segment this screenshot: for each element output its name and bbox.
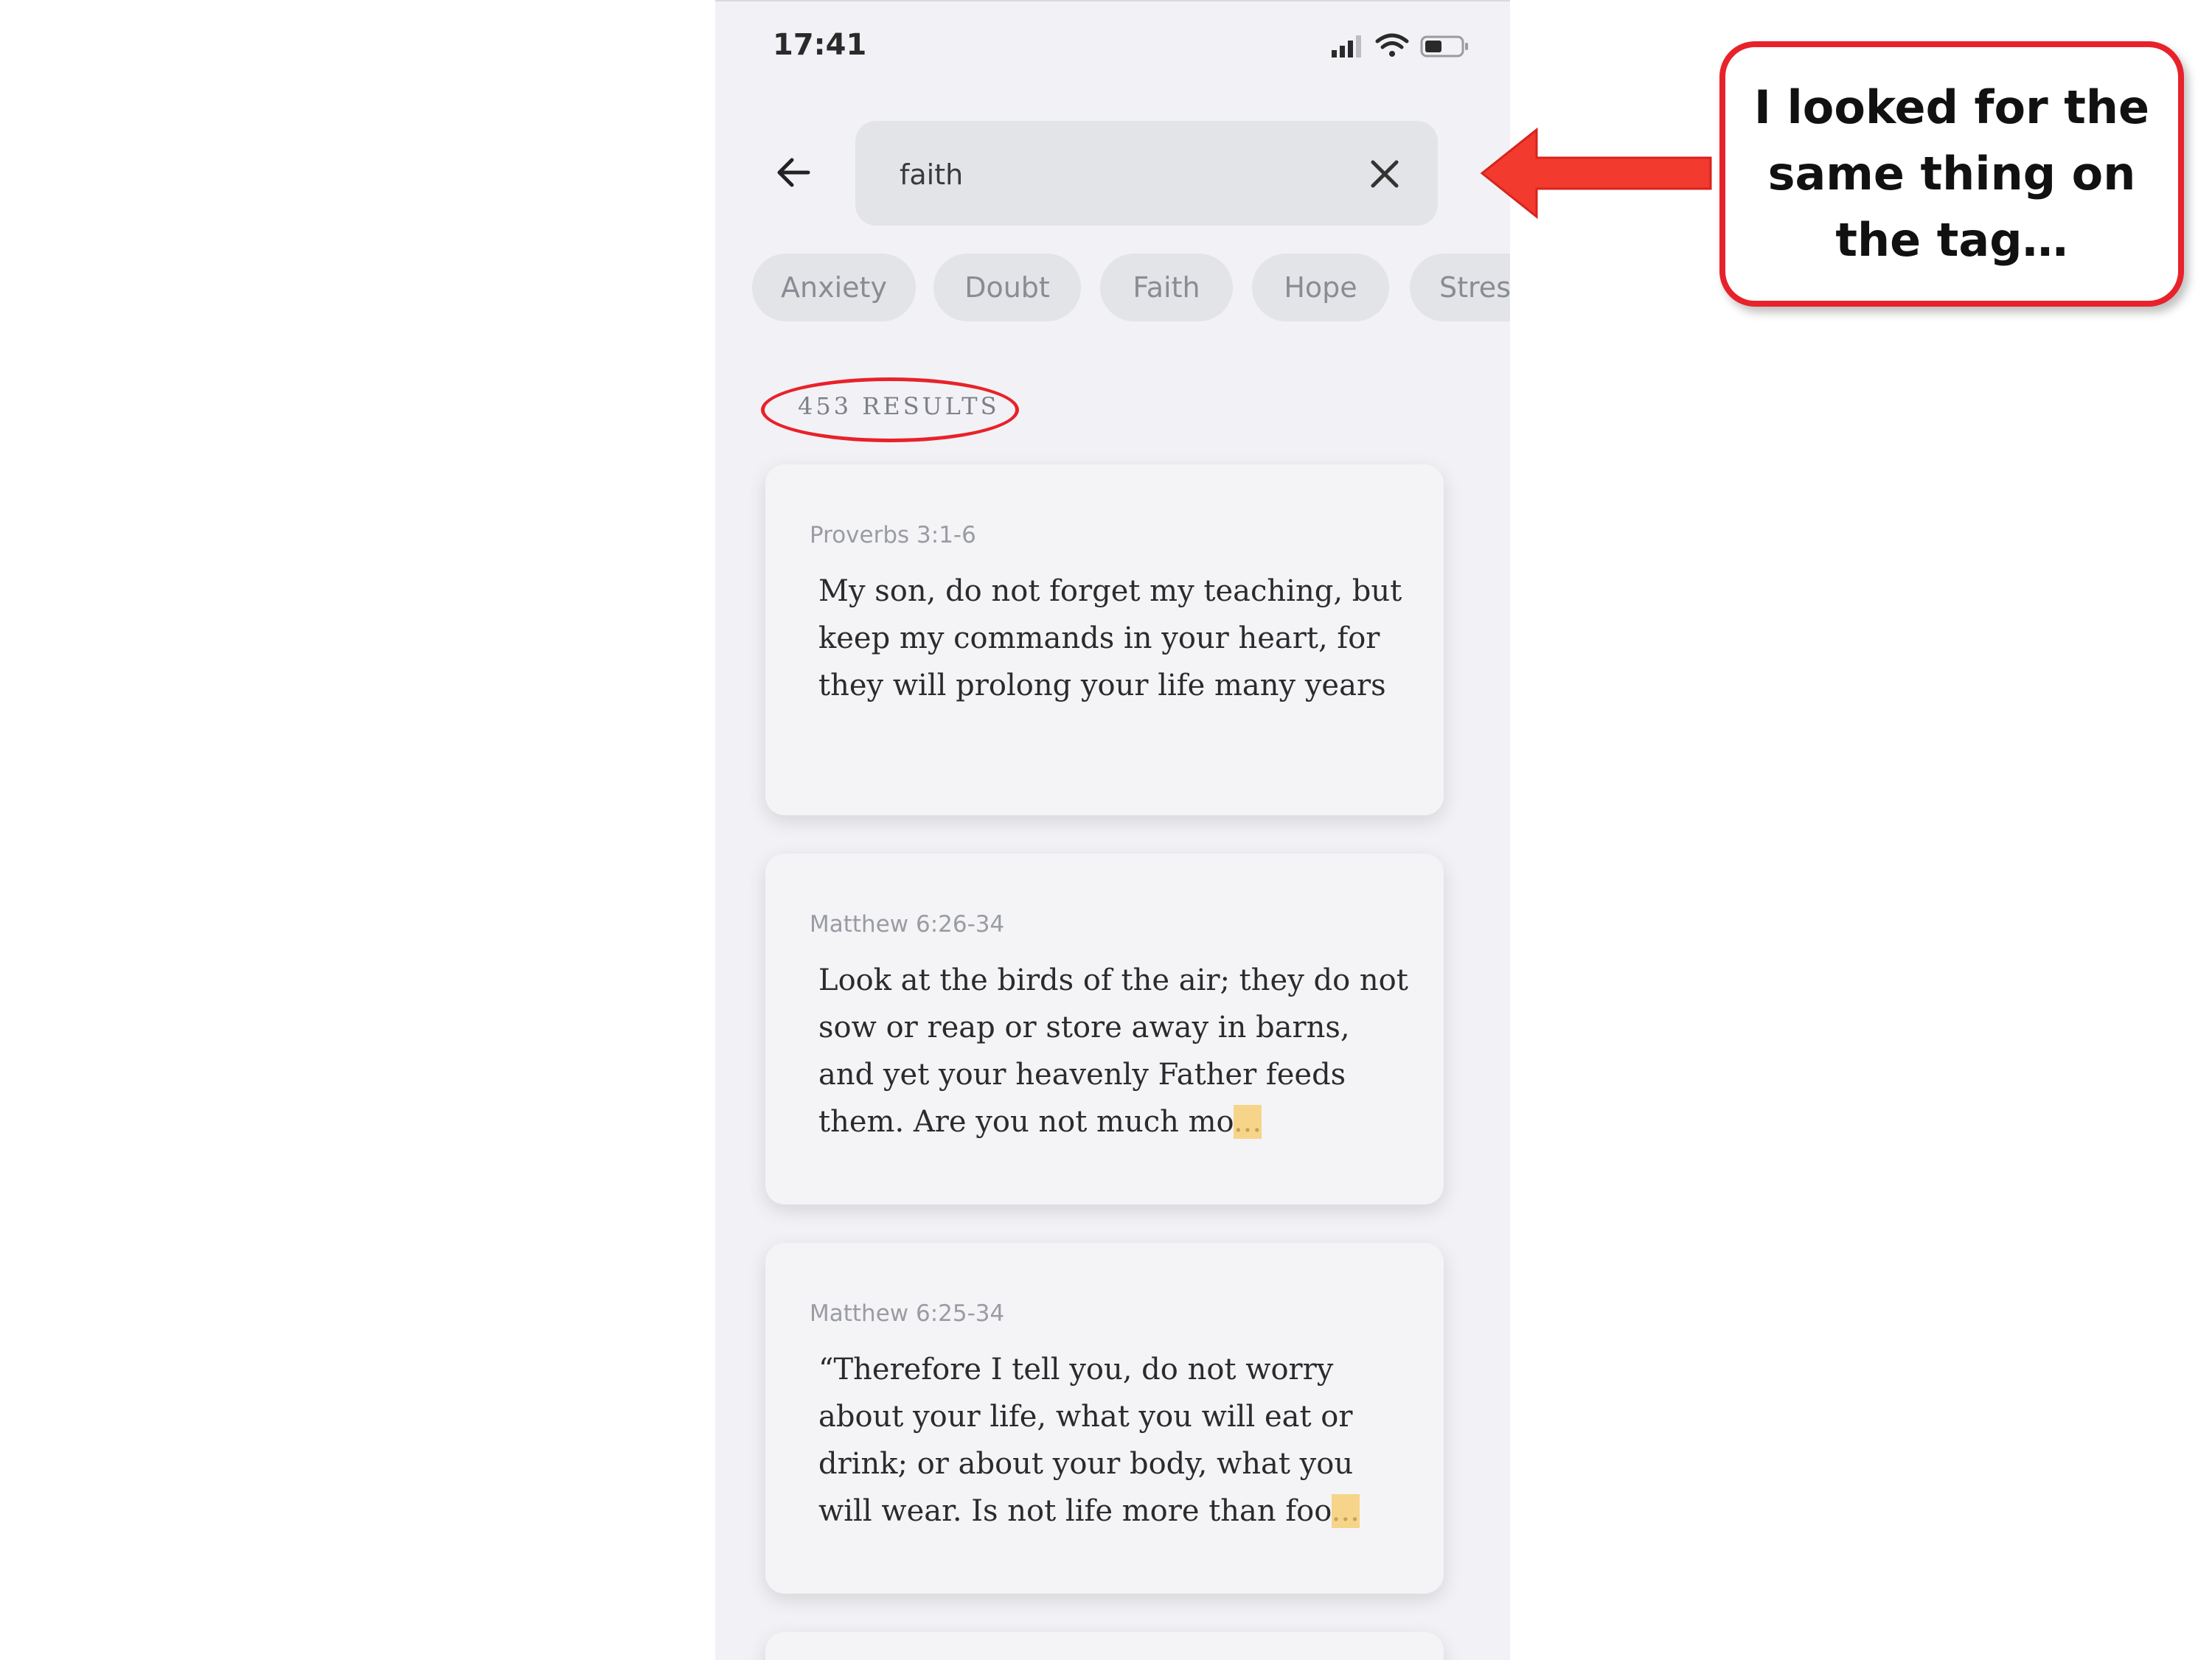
- status-time: 17:41: [773, 28, 867, 62]
- tag-chips: Anxiety Doubt Faith Hope Stres: [752, 254, 1510, 321]
- clear-search-button[interactable]: [1358, 147, 1411, 200]
- result-card[interactable]: Matthew 6:25-34 “Therefore I tell you, d…: [765, 1243, 1444, 1594]
- search-input[interactable]: [898, 147, 1358, 202]
- verse-reference: Matthew 6:25-34: [810, 1300, 1005, 1327]
- chip-anxiety[interactable]: Anxiety: [752, 254, 916, 321]
- result-card-partial[interactable]: [765, 1632, 1444, 1660]
- battery-icon: [1420, 35, 1468, 57]
- annotation-ellipse: [761, 377, 1019, 442]
- verse-text: “Therefore I tell you, do not worry abou…: [818, 1353, 1360, 1528]
- annotation-callout: I looked for the same thing on the tag…: [1719, 41, 2184, 307]
- chip-hope[interactable]: Hope: [1252, 254, 1389, 321]
- chip-stress[interactable]: Stres: [1410, 254, 1510, 321]
- back-button[interactable]: [767, 146, 820, 199]
- status-icons: [1332, 33, 1468, 57]
- signal-icon: [1332, 35, 1361, 57]
- verse-reference: Proverbs 3:1-6: [810, 522, 976, 548]
- chip-doubt[interactable]: Doubt: [933, 254, 1081, 321]
- annotation-arrow-icon: [1480, 127, 1712, 220]
- search-bar: [855, 121, 1438, 226]
- callout-text: I looked for the same thing on the tag…: [1753, 80, 2150, 267]
- verse-text: Look at the birds of the air; they do no…: [818, 963, 1408, 1139]
- truncation-ellipsis: ...: [1233, 1105, 1262, 1139]
- wifi-icon: [1375, 33, 1409, 57]
- verse-reference: Matthew 6:26-34: [810, 911, 1005, 938]
- phone-screen: 17:41 Anxiety: [715, 0, 1510, 1660]
- verse-text: My son, do not forget my teaching, but k…: [818, 574, 1402, 702]
- result-card[interactable]: Proverbs 3:1-6 My son, do not forget my …: [765, 464, 1444, 815]
- result-card[interactable]: Matthew 6:26-34 Look at the birds of the…: [765, 854, 1444, 1204]
- truncation-ellipsis: ...: [1331, 1494, 1360, 1528]
- arrow-left-icon: [777, 158, 810, 187]
- chip-faith[interactable]: Faith: [1100, 254, 1233, 321]
- close-icon: [1371, 160, 1399, 188]
